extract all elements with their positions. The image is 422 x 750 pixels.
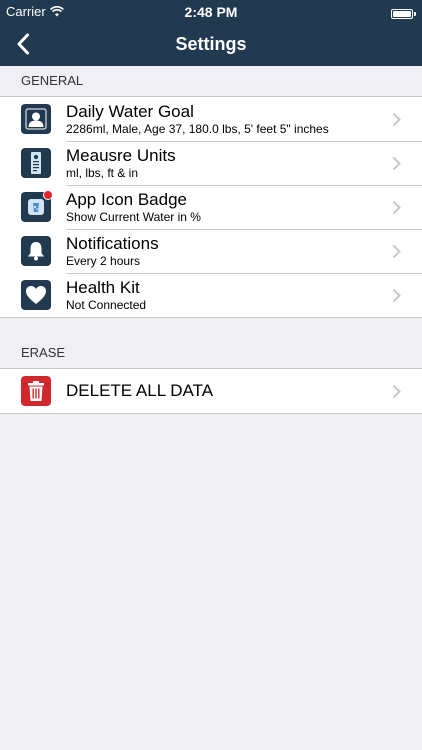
- app-badge-icon: [21, 190, 53, 222]
- badge-dot: [43, 190, 53, 200]
- general-section: Daily Water Goal 2286ml, Male, Age 37, 1…: [0, 96, 422, 318]
- row-title: App Icon Badge: [66, 189, 187, 209]
- chevron-right-icon: [384, 156, 408, 171]
- settings-row-daily-water-goal[interactable]: Daily Water Goal 2286ml, Male, Age 37, 1…: [0, 97, 422, 141]
- chevron-right-icon: [384, 112, 408, 127]
- delete-all-data-button[interactable]: DELETE ALL DATA: [0, 369, 422, 413]
- row-detail: Show Current Water in %: [66, 209, 201, 224]
- heart-icon: [21, 280, 51, 310]
- page-title: Settings: [175, 34, 247, 54]
- row-title: Meausre Units: [66, 145, 176, 165]
- row-detail: 2286ml, Male, Age 37, 180.0 lbs, 5' feet…: [66, 121, 329, 136]
- measuring-units-icon: [21, 148, 51, 178]
- status-time: 2:48 PM: [184, 4, 238, 20]
- row-title: Health Kit: [66, 277, 140, 297]
- chevron-right-icon: [384, 244, 408, 259]
- settings-row-app-icon-badge[interactable]: App Icon Badge Show Current Water in %: [0, 185, 422, 229]
- bell-icon: [21, 236, 51, 266]
- row-detail: Not Connected: [66, 297, 147, 312]
- settings-row-notifications[interactable]: Notifications Every 2 hours: [0, 229, 422, 273]
- trash-icon: [21, 376, 51, 406]
- row-title: Daily Water Goal: [66, 101, 194, 121]
- chevron-right-icon: [384, 200, 408, 215]
- settings-row-health-kit[interactable]: Health Kit Not Connected: [0, 273, 422, 317]
- top-bar: Carrier 2:48 PM Settings: [0, 0, 422, 66]
- battery-icon: [391, 5, 416, 20]
- status-bar: Carrier 2:48 PM: [0, 0, 422, 22]
- row-detail: ml, lbs, ft & in: [66, 165, 139, 180]
- section-header-erase: ERASE: [0, 338, 422, 368]
- row-title: Notifications: [66, 233, 159, 253]
- settings-row-measure-units[interactable]: Meausre Units ml, lbs, ft & in: [0, 141, 422, 185]
- section-header-general: GENERAL: [0, 66, 422, 96]
- user-profile-icon: [21, 104, 51, 134]
- navigation-bar: Settings: [0, 22, 422, 66]
- row-detail: Every 2 hours: [66, 253, 141, 268]
- erase-section: DELETE ALL DATA: [0, 368, 422, 414]
- chevron-right-icon: [384, 384, 408, 399]
- chevron-right-icon: [384, 288, 408, 303]
- row-title: DELETE ALL DATA: [66, 381, 214, 400]
